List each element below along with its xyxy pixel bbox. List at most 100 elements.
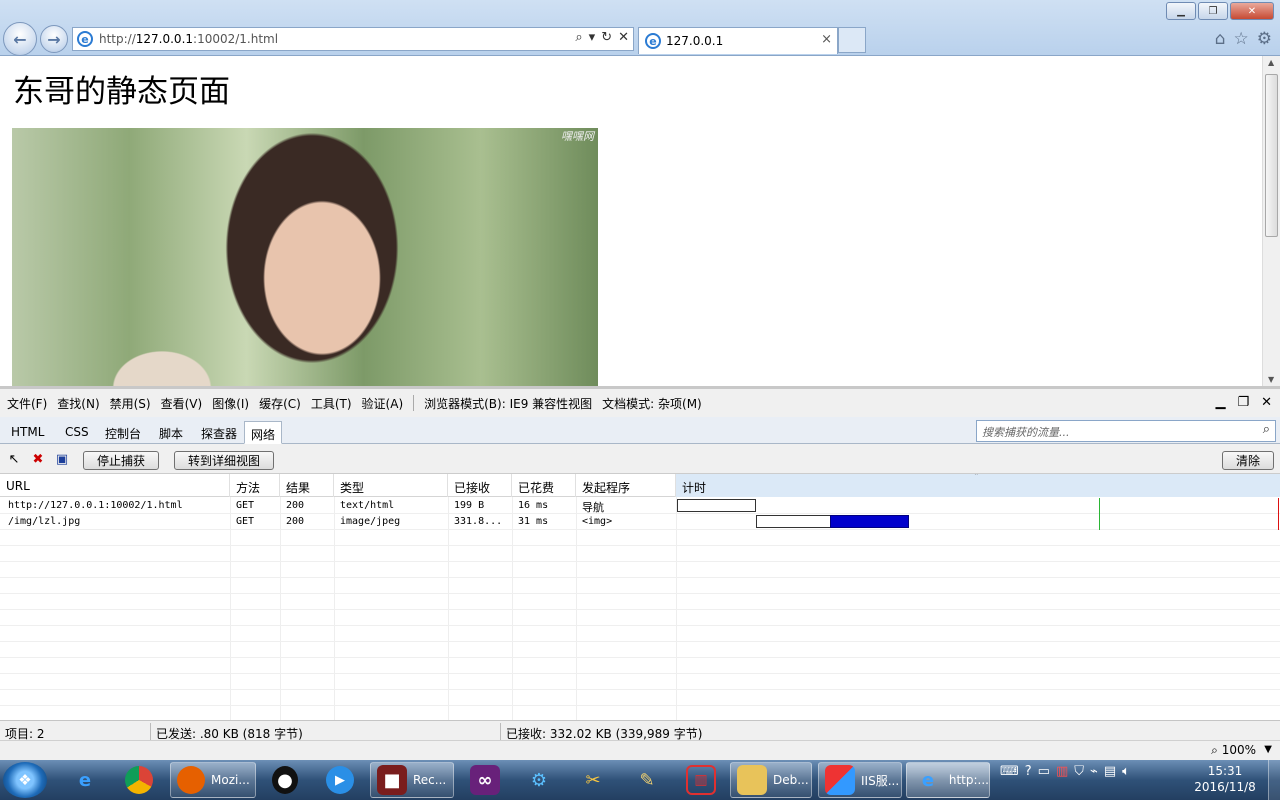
shield-icon[interactable]: ⛉ <box>1074 764 1084 779</box>
taskbar-pin-qq[interactable]: ● <box>262 762 312 798</box>
tools-icon: ✂ <box>585 769 601 791</box>
tab-html[interactable]: HTML <box>5 421 50 444</box>
help-icon[interactable]: ? <box>1025 764 1032 779</box>
gear-icon[interactable]: ⚙ <box>1257 29 1272 49</box>
keyboard-icon[interactable]: ⌨ <box>1000 764 1019 779</box>
taskbar-pin-chrome[interactable] <box>115 762 165 798</box>
zoom-dropdown-icon[interactable]: ▼ <box>1264 744 1272 755</box>
table-row[interactable]: /img/lzl.jpg GET 200 image/jpeg 331.8...… <box>0 514 1280 530</box>
sort-caret-icon: ˆ <box>974 474 979 483</box>
tab-console[interactable]: 控制台 <box>99 421 147 444</box>
display-icon[interactable]: ▭ <box>1038 764 1050 779</box>
taskbar-pin-paint[interactable]: ✎ <box>622 762 672 798</box>
stop-icon[interactable]: ✕ <box>618 30 629 45</box>
volume-icon[interactable]: 🔈︎ <box>1122 764 1130 779</box>
col-url[interactable]: URL <box>0 474 230 497</box>
taskbar-pin-red-app[interactable]: ▥ <box>676 762 726 798</box>
ie-page-icon: e <box>77 31 93 47</box>
select-cursor-icon[interactable]: ↖ <box>6 452 22 468</box>
recorder-icon: ■ <box>377 765 407 795</box>
portrait-image: 嘿嘿网 <box>12 128 598 386</box>
red-tray-icon[interactable]: ▥ <box>1056 764 1068 779</box>
traffic-search-input[interactable]: 搜索捕获的流量... ⌕ <box>976 420 1276 442</box>
usb-icon[interactable]: ⌁ <box>1090 764 1098 779</box>
devtools-undock-icon[interactable]: ❐ <box>1237 395 1249 410</box>
network-grid: URL 方法 结果 类型 已接收 已花费 发起程序 计时 ˆ http://12… <box>0 474 1280 720</box>
cell-type: image/jpeg <box>340 516 401 527</box>
dropdown-icon[interactable]: ▾ <box>589 30 596 45</box>
taskbar-item-iis[interactable]: IIS服... <box>818 762 902 798</box>
chrome-icon <box>125 766 153 794</box>
cell-url: http://127.0.0.1:10002/1.html <box>8 500 183 511</box>
col-method[interactable]: 方法 <box>230 474 280 497</box>
menu-browser-mode[interactable]: 浏览器模式(B): IE9 兼容性视图 <box>424 395 592 412</box>
devtools-close-icon[interactable]: ✕ <box>1261 395 1272 410</box>
menu-tools[interactable]: 工具(T) <box>311 395 352 412</box>
taskbar-clock[interactable]: 15:31 2016/11/8 <box>1190 763 1260 795</box>
taskbar-item-explorer[interactable]: Deb... <box>730 762 812 798</box>
scroll-up-icon[interactable]: ▲ <box>1268 58 1274 67</box>
taskbar-pin-gears[interactable]: ⚙ <box>514 762 564 798</box>
taskbar-pin-player[interactable]: ▶ <box>316 762 366 798</box>
browser-tab[interactable]: e 127.0.0.1 × <box>638 27 838 54</box>
menu-disable[interactable]: 禁用(S) <box>110 395 151 412</box>
dom-content-loaded-marker <box>1099 498 1100 530</box>
tab-profiler[interactable]: 探查器 <box>195 421 243 444</box>
zoom-level[interactable]: ⌕ 100% <box>1211 743 1256 758</box>
menu-file[interactable]: 文件(F) <box>7 395 47 412</box>
menu-document-mode[interactable]: 文档模式: 杂项(M) <box>602 395 702 412</box>
restore-button[interactable]: ❐ <box>1198 2 1228 20</box>
forward-button[interactable]: → <box>40 25 68 53</box>
search-icon[interactable]: ⌕ <box>1263 422 1270 437</box>
back-button[interactable]: ← <box>3 22 37 56</box>
page-scrollbar[interactable]: ▲ ▼ <box>1262 56 1280 386</box>
tab-script[interactable]: 脚本 <box>153 421 189 444</box>
minimize-button[interactable]: ▁ <box>1166 2 1196 20</box>
menu-validate[interactable]: 验证(A) <box>362 395 404 412</box>
taskbar-item-ie[interactable]: e http:... <box>906 762 990 798</box>
zoom-icon: ⌕ <box>1211 743 1218 757</box>
start-button[interactable]: ❖ <box>3 762 47 798</box>
show-desktop-button[interactable] <box>1268 760 1280 800</box>
taskbar-item-firefox[interactable]: Mozi... <box>170 762 256 798</box>
red-app-icon: ▥ <box>686 765 716 795</box>
col-initiator[interactable]: 发起程序 <box>576 474 676 497</box>
menu-cache[interactable]: 缓存(C) <box>259 395 301 412</box>
stop-capture-button[interactable]: 停止捕获 <box>83 451 159 470</box>
detail-view-button[interactable]: 转到详细视图 <box>174 451 274 470</box>
menu-view[interactable]: 查看(V) <box>161 395 203 412</box>
new-tab-button[interactable] <box>838 27 866 53</box>
system-tray: ⌨ ? ▭ ▥ ⛉ ⌁ ▤ 🔈︎ <box>1000 764 1130 779</box>
col-taken[interactable]: 已花费 <box>512 474 576 497</box>
clear-button[interactable]: 清除 <box>1222 451 1274 470</box>
taskbar-pin-tools[interactable]: ✂ <box>568 762 618 798</box>
tab-close-icon[interactable]: × <box>821 32 832 47</box>
col-result[interactable]: 结果 <box>280 474 334 497</box>
devtools-minimize-icon[interactable]: ▁ <box>1215 395 1225 410</box>
tab-network[interactable]: 网络 <box>244 421 283 444</box>
col-received[interactable]: 已接收 <box>448 474 512 497</box>
home-icon[interactable]: ⌂ <box>1215 29 1226 49</box>
taskbar-pin-ie[interactable]: e <box>60 762 110 798</box>
timing-bar-wait <box>756 515 831 528</box>
col-type[interactable]: 类型 <box>334 474 448 497</box>
menu-images[interactable]: 图像(I) <box>212 395 249 412</box>
taskbar-pin-visual-studio[interactable]: ∞ <box>460 762 510 798</box>
save-icon[interactable]: ▣ <box>54 452 70 468</box>
close-button[interactable]: ✕ <box>1230 2 1274 20</box>
search-icon[interactable]: ⌕ <box>575 30 582 45</box>
address-bar[interactable]: e http://127.0.0.1:10002/1.html ⌕ ▾ ↻ ✕ <box>72 27 634 51</box>
refresh-icon[interactable]: ↻ <box>601 30 612 45</box>
tab-css[interactable]: CSS <box>59 421 95 444</box>
scroll-thumb[interactable] <box>1265 74 1278 237</box>
firefox-icon <box>177 766 205 794</box>
network-icon[interactable]: ▤ <box>1104 764 1116 779</box>
scroll-down-icon[interactable]: ▼ <box>1268 375 1274 384</box>
cell-initiator: <img> <box>582 516 613 527</box>
favorites-star-icon[interactable]: ☆ <box>1234 29 1249 49</box>
clear-entries-icon[interactable]: ✖ <box>30 452 46 468</box>
menu-find[interactable]: 查找(N) <box>57 395 99 412</box>
address-text[interactable]: http://127.0.0.1:10002/1.html <box>99 32 278 46</box>
table-row[interactable]: http://127.0.0.1:10002/1.html GET 200 te… <box>0 498 1280 514</box>
taskbar-item-recorder[interactable]: ■ Rec... <box>370 762 454 798</box>
